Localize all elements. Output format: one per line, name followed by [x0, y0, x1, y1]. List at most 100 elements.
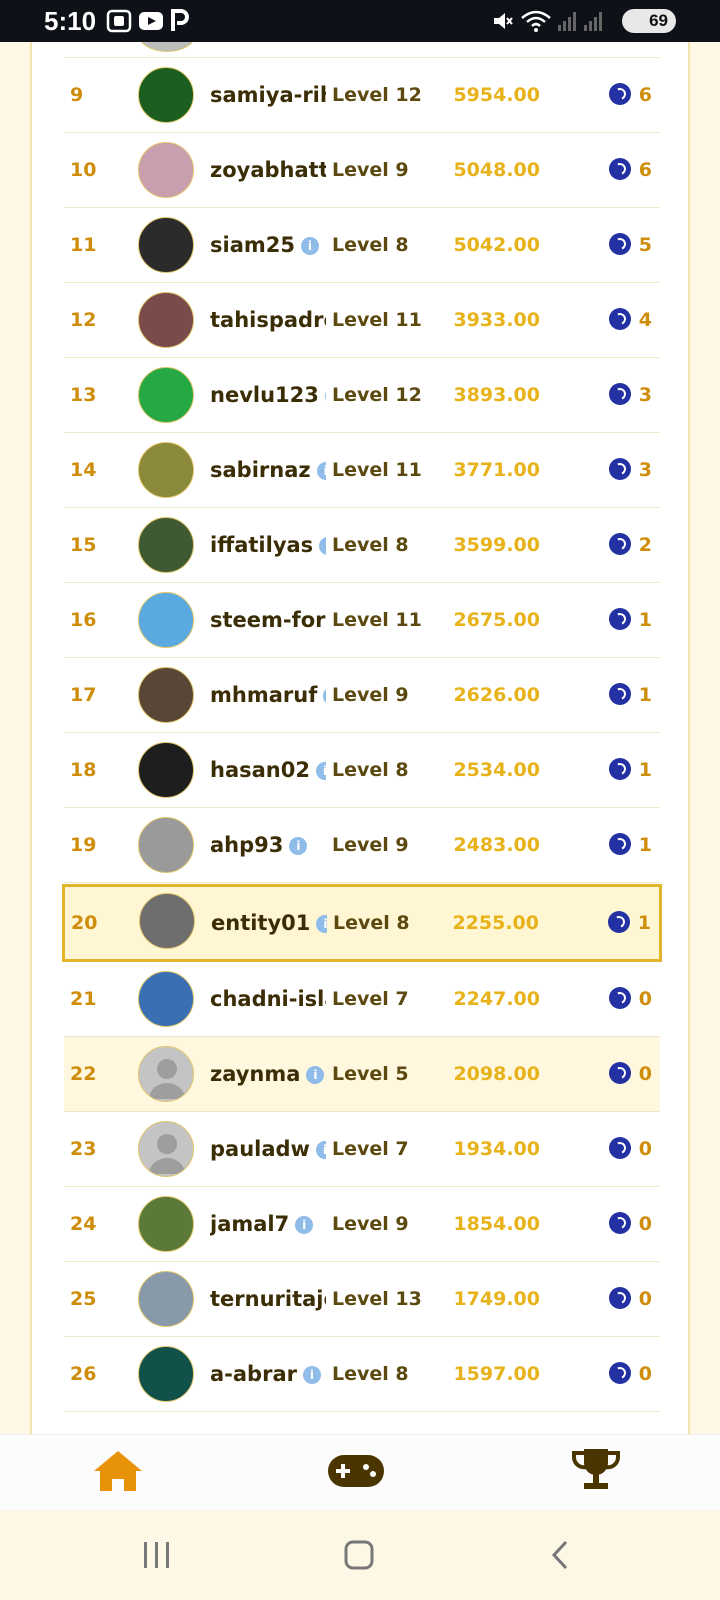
user-avatar[interactable]: [138, 667, 194, 723]
steem-coin-icon: [608, 1287, 631, 1309]
username[interactable]: jamal7 i: [210, 1187, 326, 1262]
user-level: Level 9: [332, 159, 409, 181]
leaderboard-row-current-user[interactable]: 20 entity01 i Level 8 2255.00 1: [62, 884, 662, 962]
reward-amount: 0: [638, 1288, 652, 1310]
username-text: tahispadro: [210, 308, 326, 332]
user-avatar[interactable]: [138, 367, 194, 423]
leaderboard-row[interactable]: 19 ahp93 i Level 9 2483.00 1: [64, 808, 660, 883]
username[interactable]: chadni-isla: [210, 962, 326, 1037]
steem-coin-icon: [608, 1137, 631, 1159]
username[interactable]: zaynma i: [210, 1037, 326, 1112]
username[interactable]: mhmaruf i: [210, 658, 326, 733]
rank-number: 25: [70, 1288, 97, 1310]
username[interactable]: pauladw i: [210, 1112, 326, 1187]
rank-number: 10: [70, 159, 97, 181]
reward-amount: 0: [638, 1363, 652, 1385]
username[interactable]: ahp93 i: [210, 808, 326, 883]
mute-icon: [494, 13, 513, 29]
leaderboard-row[interactable]: 24 jamal7 i Level 9 1854.00 0: [64, 1187, 660, 1262]
battery-indicator: 69: [622, 9, 676, 33]
user-avatar[interactable]: [139, 893, 195, 949]
leaderboard-panel[interactable]: 9 samiya-rih Level 12 5954.00 6 10 zoyabhatti L…: [30, 42, 690, 1434]
info-icon[interactable]: i: [315, 1141, 326, 1159]
user-avatar[interactable]: [138, 292, 194, 348]
username[interactable]: a-abrar i: [210, 1337, 326, 1412]
leaderboard-row[interactable]: 18 hasan02 i Level 8 2534.00 1: [64, 733, 660, 808]
username[interactable]: steem-for-: [210, 583, 326, 658]
info-icon[interactable]: i: [306, 1066, 325, 1084]
leaderboard-row[interactable]: 14 sabirnaz i Level 11 3771.00 3: [64, 433, 660, 508]
info-icon[interactable]: i: [289, 837, 308, 855]
info-icon[interactable]: i: [316, 462, 326, 480]
reward-amount: 3: [638, 459, 652, 481]
username[interactable]: iffatilyas i: [210, 508, 326, 583]
user-level: Level 8: [332, 234, 409, 256]
leaderboard-row[interactable]: 13 nevlu123 i Level 12 3893.00 3: [64, 358, 660, 433]
username[interactable]: ternuritaje: [210, 1262, 326, 1337]
user-points: 2675.00: [453, 609, 540, 631]
leaderboard-row[interactable]: 25 ternuritaje Level 13 1749.00 0: [64, 1262, 660, 1337]
rank-number: 23: [70, 1138, 97, 1160]
tab-games[interactable]: [326, 1445, 386, 1501]
back-icon[interactable]: [548, 1540, 572, 1570]
tab-leaderboard[interactable]: [570, 1445, 630, 1501]
username[interactable]: siam25 i: [210, 208, 326, 283]
username[interactable]: nevlu123 i: [210, 358, 326, 433]
user-avatar[interactable]: [138, 142, 194, 198]
info-icon[interactable]: i: [316, 915, 327, 933]
info-icon[interactable]: i: [302, 1366, 321, 1384]
leaderboard-row[interactable]: 26 a-abrar i Level 8 1597.00 0: [64, 1337, 660, 1412]
user-avatar[interactable]: [138, 442, 194, 498]
rank-number: 21: [70, 988, 97, 1010]
home-nav-icon[interactable]: [342, 1540, 376, 1570]
user-avatar[interactable]: [138, 742, 194, 798]
user-level: Level 11: [332, 609, 422, 631]
username[interactable]: tahispadro: [210, 283, 326, 358]
user-avatar[interactable]: [138, 217, 194, 273]
leaderboard-row[interactable]: 16 steem-for- Level 11 2675.00 1: [64, 583, 660, 658]
username[interactable]: hasan02 i: [210, 733, 326, 808]
info-icon[interactable]: i: [295, 1216, 314, 1234]
leaderboard-row[interactable]: 22 zaynma i Level 5 2098.00 0: [64, 1037, 660, 1112]
info-icon[interactable]: i: [323, 687, 326, 705]
reward-amount: 1: [638, 609, 652, 631]
user-avatar[interactable]: [138, 1046, 194, 1102]
steem-coin-icon: [608, 608, 631, 630]
username[interactable]: samiya-rih: [210, 58, 326, 133]
user-avatar[interactable]: [138, 1196, 194, 1252]
leaderboard-row[interactable]: 15 iffatilyas i Level 8 3599.00 2: [64, 508, 660, 583]
user-avatar[interactable]: [138, 1346, 194, 1402]
info-icon[interactable]: i: [315, 762, 326, 780]
leaderboard-row[interactable]: 21 chadni-isla Level 7 2247.00 0: [64, 962, 660, 1037]
user-avatar[interactable]: [138, 971, 194, 1027]
leaderboard-row[interactable]: 17 mhmaruf i Level 9 2626.00 1: [64, 658, 660, 733]
leaderboard-row[interactable]: 11 siam25 i Level 8 5042.00 5: [64, 208, 660, 283]
bottom-tab-bar: [0, 1434, 720, 1511]
user-points: 5042.00: [453, 234, 540, 256]
username[interactable]: sabirnaz i: [210, 433, 326, 508]
user-avatar[interactable]: [138, 67, 194, 123]
info-icon[interactable]: i: [324, 387, 326, 405]
reward: 2: [608, 508, 652, 583]
user-avatar[interactable]: [138, 592, 194, 648]
user-avatar[interactable]: [138, 1121, 194, 1177]
user-avatar[interactable]: [138, 1271, 194, 1327]
user-avatar[interactable]: [138, 817, 194, 873]
trophy-icon: [572, 1449, 620, 1489]
reward: 0: [608, 962, 652, 1037]
username[interactable]: zoyabhatti: [210, 133, 326, 208]
rank-number: 11: [70, 234, 97, 256]
username[interactable]: entity01 i: [211, 887, 327, 959]
info-icon[interactable]: i: [300, 237, 319, 255]
leaderboard-row[interactable]: 23 pauladw i Level 7 1934.00 0: [64, 1112, 660, 1187]
username-text: ternuritaje: [210, 1287, 326, 1311]
info-icon[interactable]: i: [319, 537, 326, 555]
leaderboard-row[interactable]: 10 zoyabhatti Level 9 5048.00 6: [64, 133, 660, 208]
user-level: Level 8: [333, 912, 410, 934]
recent-apps-icon[interactable]: [140, 1540, 174, 1570]
leaderboard-row[interactable]: 9 samiya-rih Level 12 5954.00 6: [64, 58, 660, 133]
user-avatar[interactable]: [138, 517, 194, 573]
tab-home[interactable]: [90, 1445, 150, 1501]
username-text: pauladw: [210, 1137, 310, 1161]
leaderboard-row[interactable]: 12 tahispadro Level 11 3933.00 4: [64, 283, 660, 358]
